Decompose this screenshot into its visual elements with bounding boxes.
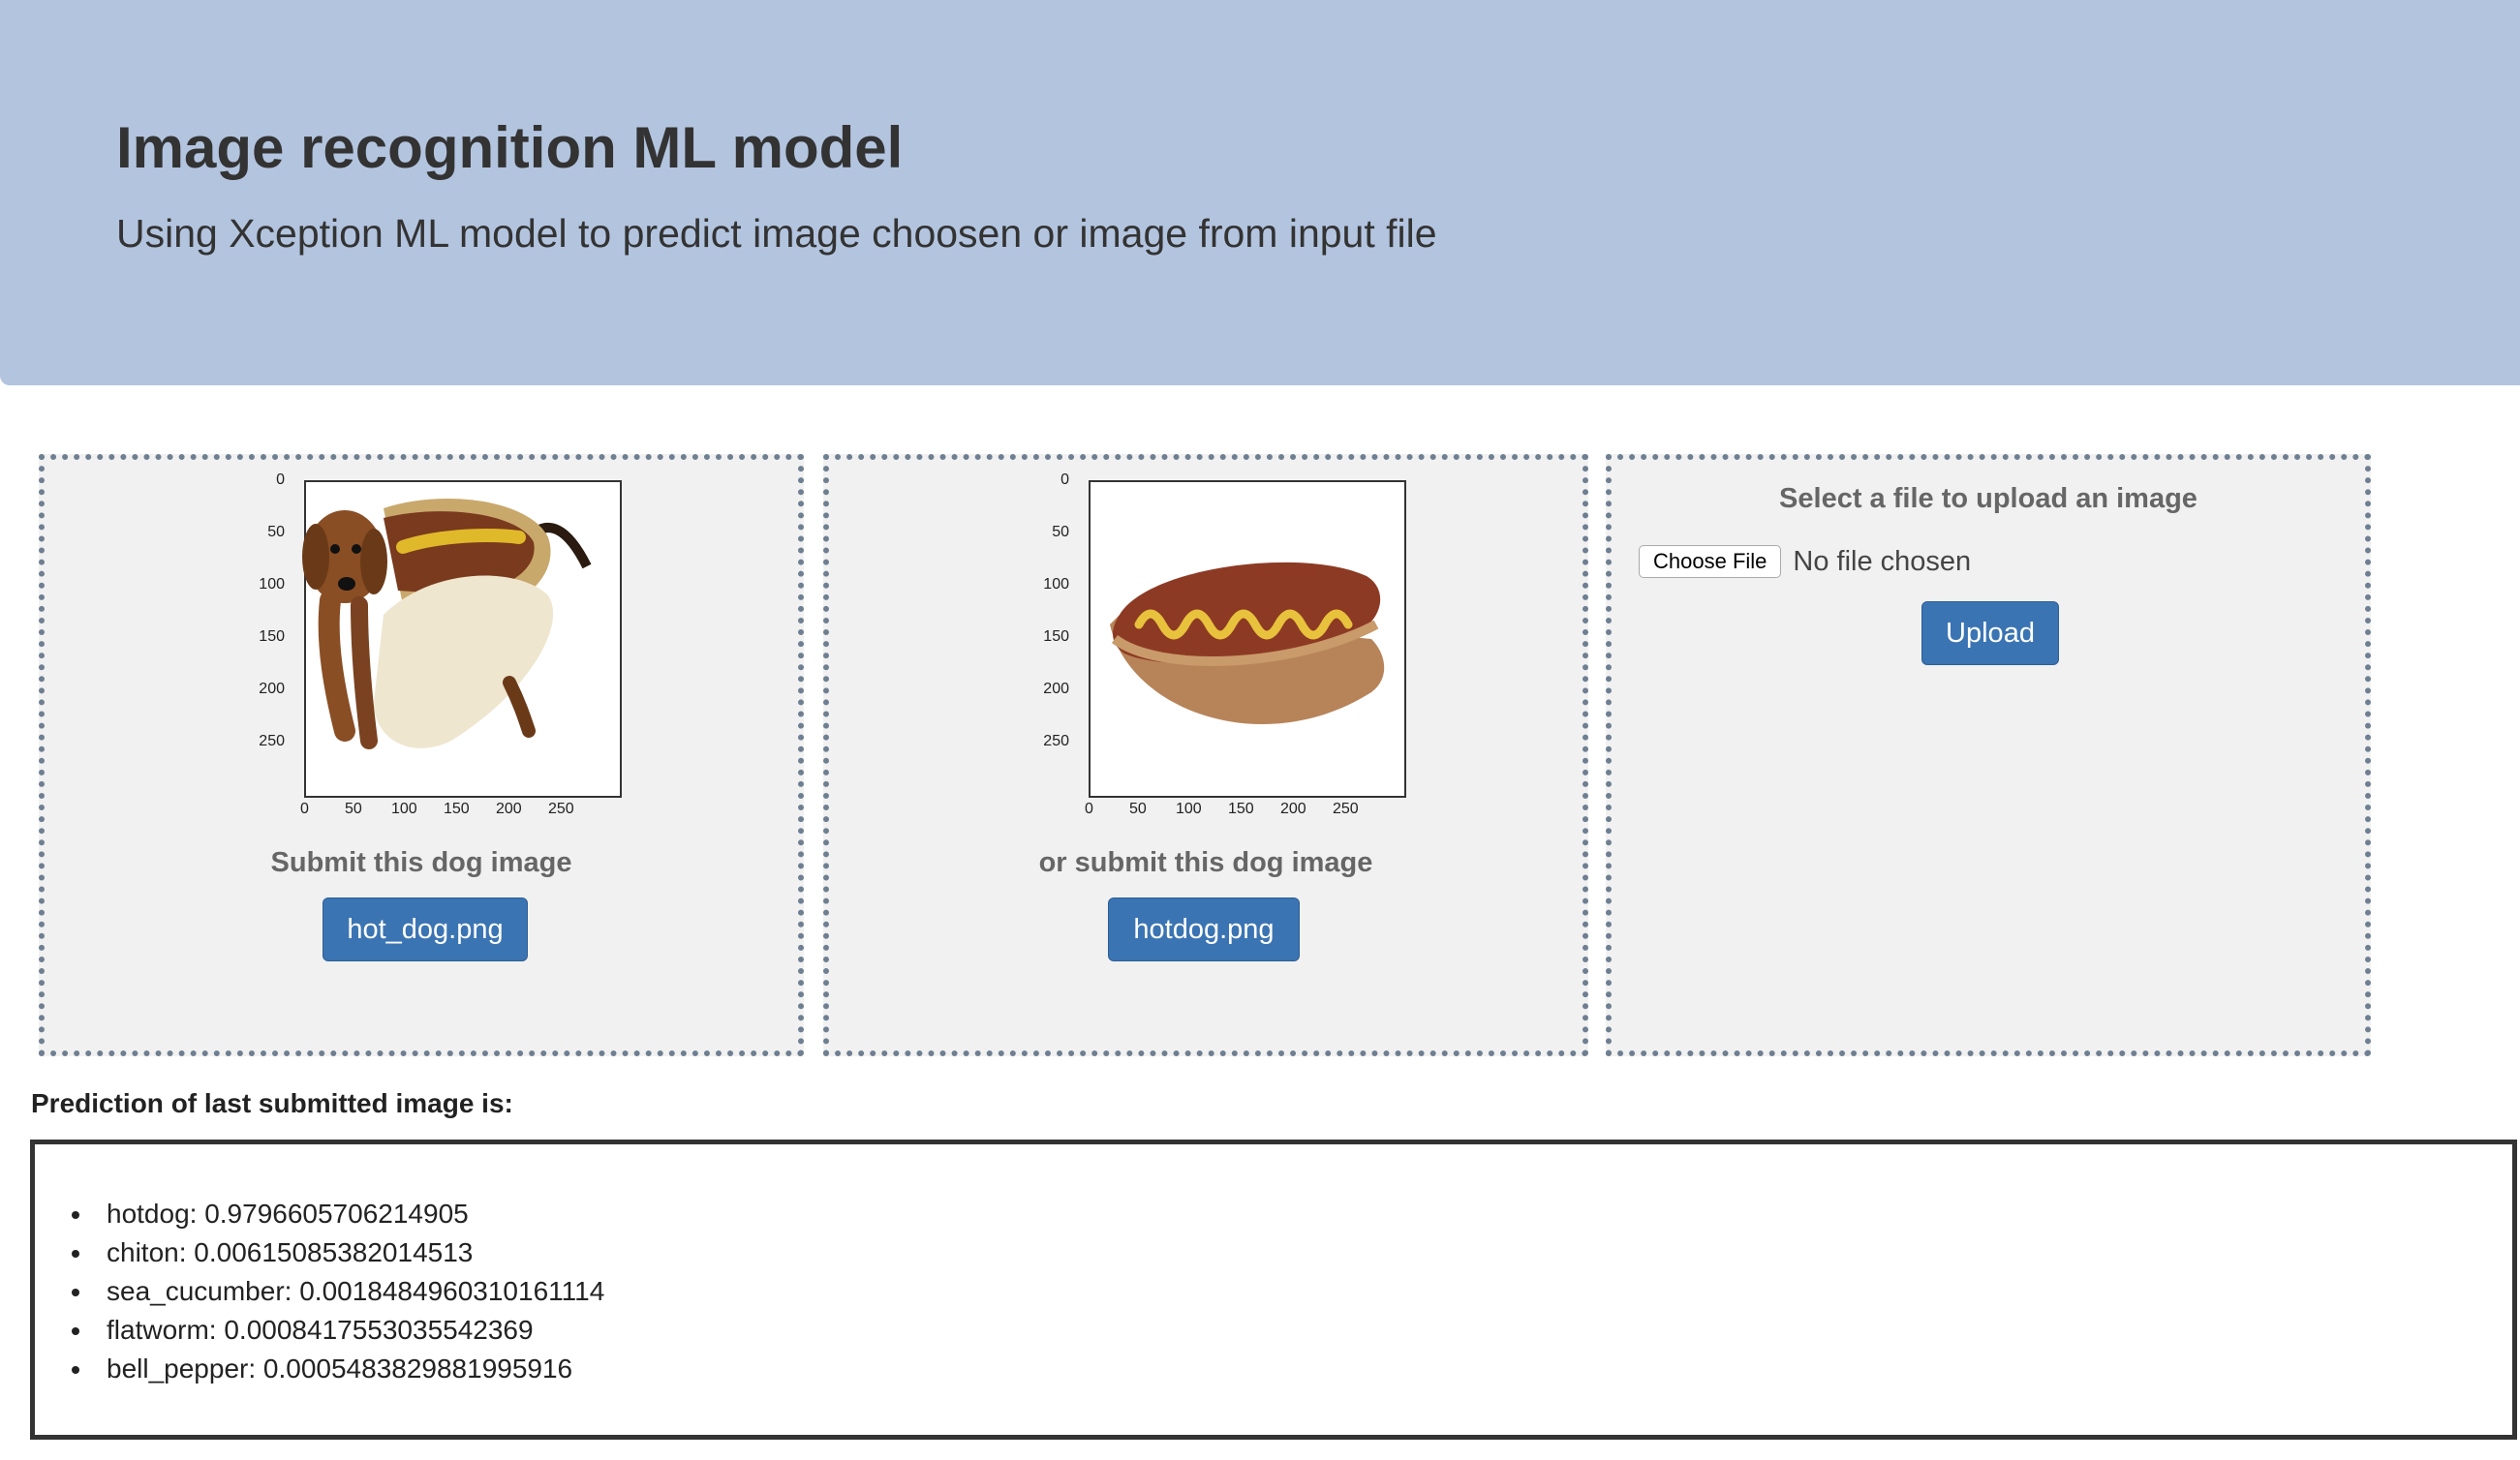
x-axis-ticks: 0 50 100 150 200 250 bbox=[1081, 801, 1410, 824]
x-tick: 50 bbox=[1129, 801, 1147, 817]
prediction-results-box: hotdog: 0.9796605706214905 chiton: 0.006… bbox=[30, 1140, 2517, 1440]
x-tick: 0 bbox=[1085, 801, 1093, 817]
x-tick: 100 bbox=[391, 801, 417, 817]
dog-image-panel: 0 50 100 150 200 250 0 50 100 150 200 25… bbox=[39, 454, 804, 1056]
file-input[interactable]: Choose File No file chosen bbox=[1639, 545, 1971, 578]
page-title: Image recognition ML model bbox=[116, 115, 904, 180]
dog-image-caption: Submit this dog image bbox=[270, 847, 572, 878]
list-item: sea_cucumber: 0.0018484960310161114 bbox=[72, 1272, 604, 1311]
x-tick: 50 bbox=[345, 801, 362, 817]
y-tick: 250 bbox=[259, 733, 285, 749]
upload-title: Select a file to upload an image bbox=[1779, 483, 2197, 514]
x-axis-ticks: 0 50 100 150 200 250 bbox=[296, 801, 626, 824]
submit-hot-dog-png-button[interactable]: hot_dog.png bbox=[323, 897, 528, 961]
upload-button[interactable]: Upload bbox=[1921, 601, 2059, 665]
hotdog-image-panel: 0 50 100 150 200 250 0 50 100 150 200 25… bbox=[823, 454, 1588, 1056]
header-jumbotron: Image recognition ML model Using Xceptio… bbox=[0, 0, 2520, 385]
x-tick: 150 bbox=[1228, 801, 1254, 817]
hotdog-image-caption: or submit this dog image bbox=[1038, 847, 1373, 878]
x-tick: 100 bbox=[1176, 801, 1202, 817]
x-tick: 250 bbox=[1333, 801, 1359, 817]
y-tick: 200 bbox=[259, 681, 285, 697]
x-tick: 150 bbox=[444, 801, 470, 817]
y-tick: 250 bbox=[1043, 733, 1069, 749]
x-tick: 250 bbox=[548, 801, 574, 817]
y-tick: 100 bbox=[1043, 576, 1069, 593]
list-item: bell_pepper: 0.0005483829881995916 bbox=[72, 1350, 604, 1388]
x-tick: 200 bbox=[496, 801, 522, 817]
x-tick: 0 bbox=[300, 801, 309, 817]
y-axis-ticks: 0 50 100 150 200 250 bbox=[238, 470, 287, 828]
prediction-label: Prediction of last submitted image is: bbox=[31, 1088, 513, 1118]
file-status-text: No file chosen bbox=[1793, 545, 1972, 577]
submit-hotdog-png-button[interactable]: hotdog.png bbox=[1108, 897, 1300, 961]
x-tick: 200 bbox=[1280, 801, 1306, 817]
upload-panel: Select a file to upload an image Choose … bbox=[1606, 454, 2371, 1056]
choose-file-button[interactable]: Choose File bbox=[1639, 545, 1782, 578]
y-tick: 50 bbox=[267, 524, 285, 540]
y-tick: 0 bbox=[1060, 471, 1069, 488]
y-tick: 150 bbox=[1043, 628, 1069, 645]
list-item: hotdog: 0.9796605706214905 bbox=[72, 1195, 604, 1233]
y-tick: 0 bbox=[276, 471, 285, 488]
y-axis-ticks: 0 50 100 150 200 250 bbox=[1023, 470, 1071, 828]
hotdog-image-plot: 0 50 100 150 200 250 0 50 100 150 200 25… bbox=[1023, 470, 1410, 828]
y-tick: 150 bbox=[259, 628, 285, 645]
y-tick: 50 bbox=[1052, 524, 1069, 540]
prediction-list: hotdog: 0.9796605706214905 chiton: 0.006… bbox=[72, 1195, 604, 1388]
list-item: flatworm: 0.0008417553035542369 bbox=[72, 1311, 604, 1350]
y-tick: 100 bbox=[259, 576, 285, 593]
page-subtitle: Using Xception ML model to predict image… bbox=[116, 211, 1437, 256]
list-item: chiton: 0.00615085382014513 bbox=[72, 1233, 604, 1272]
y-tick: 200 bbox=[1043, 681, 1069, 697]
dog-image-plot: 0 50 100 150 200 250 0 50 100 150 200 25… bbox=[238, 470, 626, 828]
